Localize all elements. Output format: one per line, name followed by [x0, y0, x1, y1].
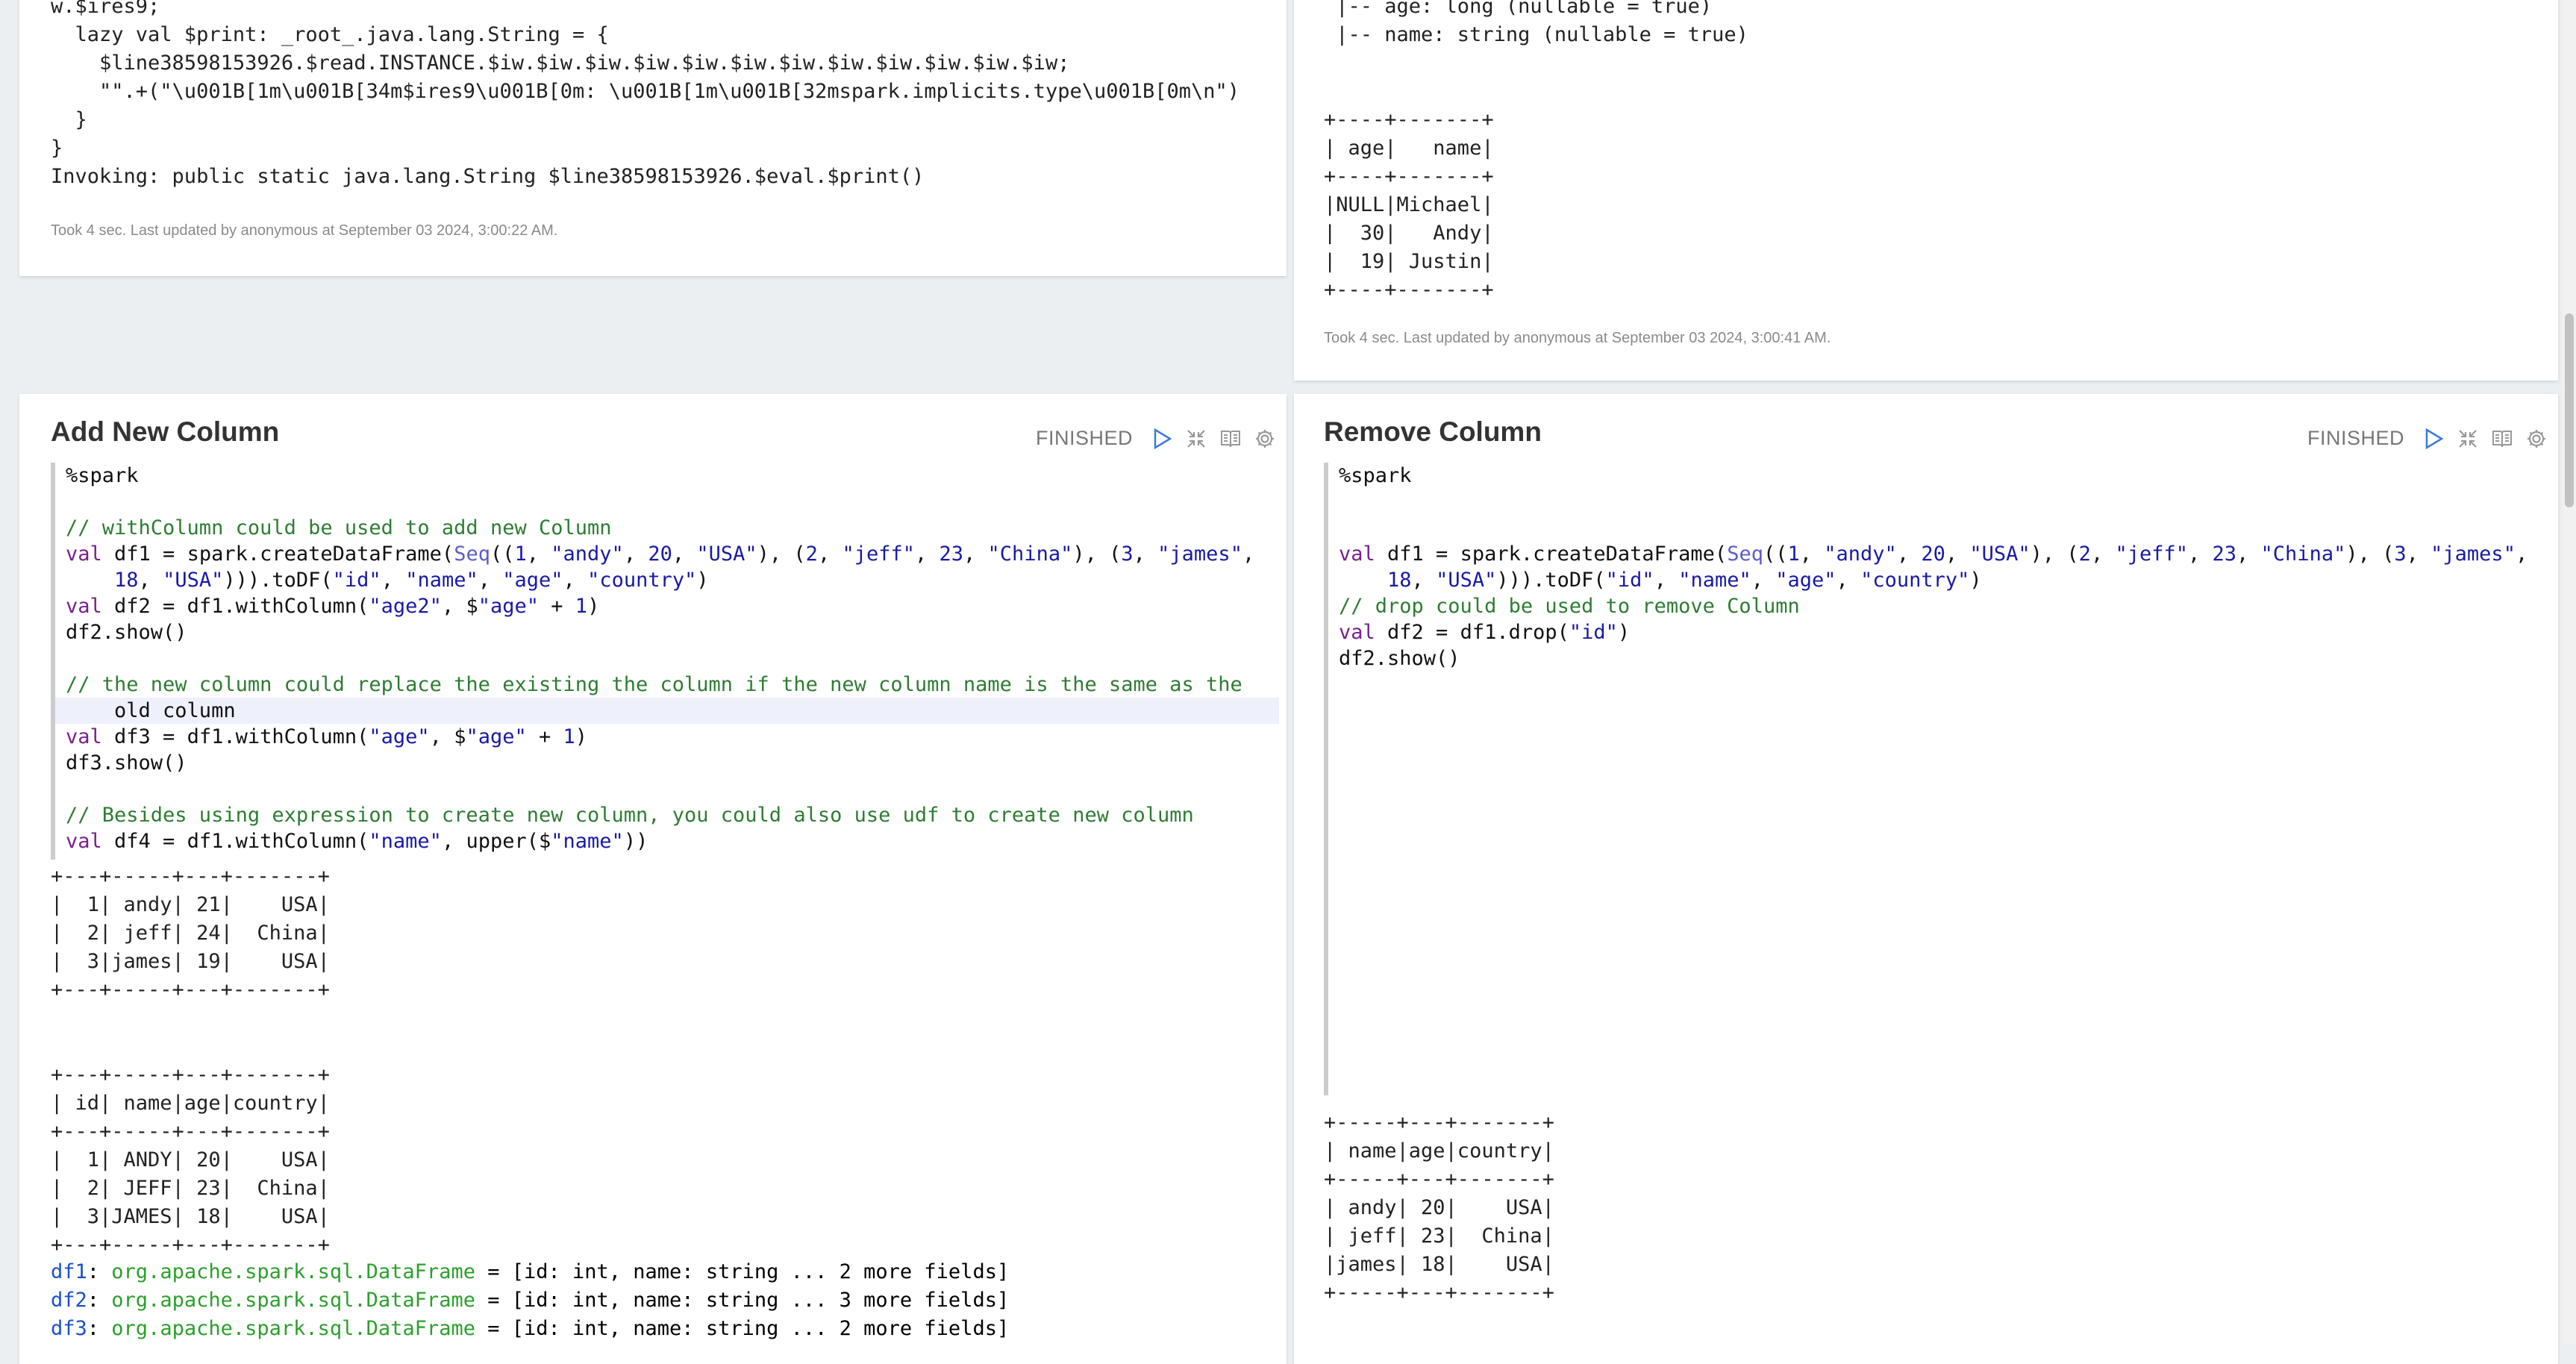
code-line[interactable]: val df4 = df1.withColumn("name", upper($…: [55, 828, 1279, 854]
paragraph-previous-right: |-- age: long (nullable = true) |-- name…: [1294, 0, 2558, 381]
gear-icon[interactable]: [1254, 428, 1276, 450]
code-line[interactable]: ​: [1328, 515, 2552, 541]
code-line[interactable]: ​: [55, 776, 1279, 802]
dataframe-summary: df1: org.apache.spark.sql.DataFrame = [i…: [51, 1258, 1009, 1343]
code-line[interactable]: %spark: [1328, 463, 2552, 489]
code-line[interactable]: val df1 = spark.createDataFrame(Seq((1, …: [55, 541, 1279, 567]
code-line[interactable]: // the new column could replace the exis…: [55, 672, 1279, 698]
code-line[interactable]: ​: [55, 489, 1279, 515]
code-line[interactable]: df2.show(): [55, 619, 1279, 645]
gear-icon[interactable]: [2525, 428, 2548, 450]
code-line[interactable]: // drop could be used to remove Column: [1328, 593, 2552, 619]
collapse-icon[interactable]: [1185, 428, 1207, 450]
collapse-icon[interactable]: [2457, 428, 2479, 450]
paragraph-output: |-- age: long (nullable = true) |-- name…: [1324, 0, 1748, 301]
paragraph-toolbar: FINISHED: [2307, 427, 2548, 450]
book-icon[interactable]: [1219, 428, 1242, 450]
status-label: FINISHED: [1035, 427, 1133, 449]
paragraph-title[interactable]: Remove Column: [1324, 416, 1542, 448]
code-line[interactable]: val df2 = df1.drop("id"): [1328, 619, 2552, 645]
paragraph-output: w.$ires9; lazy val $print: _root_.java.l…: [51, 0, 1240, 188]
code-line[interactable]: df3.show(): [55, 750, 1279, 776]
scrollbar-thumb[interactable]: [2565, 313, 2574, 507]
paragraph-meta: Took 4 sec. Last updated by anonymous at…: [51, 222, 558, 239]
code-line[interactable]: ​: [55, 645, 1279, 672]
code-line[interactable]: ​: [1328, 489, 2552, 515]
page-scrollbar[interactable]: [2563, 0, 2576, 1343]
code-line[interactable]: val df2 = df1.withColumn("age2", $"age" …: [55, 593, 1279, 619]
paragraph-add-new-column: Add New Column FINISHED %spark​// withCo…: [19, 394, 1287, 1364]
code-editor[interactable]: %spark​// withColumn could be used to ad…: [51, 463, 1279, 860]
code-line[interactable]: %spark: [55, 463, 1279, 489]
paragraph-meta: Took 4 sec. Last updated by anonymous at…: [1324, 330, 1831, 346]
paragraph-toolbar: FINISHED: [1036, 427, 1276, 450]
paragraph-output: +-----+---+-------+ | name|age|country| …: [1324, 1111, 1554, 1304]
code-line[interactable]: old column: [55, 698, 1279, 724]
code-line[interactable]: 18, "USA"))).toDF("id", "name", "age", "…: [1328, 567, 2552, 593]
run-icon[interactable]: [2422, 428, 2445, 450]
run-icon[interactable]: [1151, 428, 1173, 450]
paragraph-remove-column: Remove Column FINISHED %spark​​val df1 =…: [1294, 394, 2558, 1364]
code-line[interactable]: // withColumn could be used to add new C…: [55, 515, 1279, 541]
paragraph-previous-left: w.$ires9; lazy val $print: _root_.java.l…: [19, 0, 1287, 276]
code-line[interactable]: df2.show(): [1328, 645, 2552, 672]
code-editor[interactable]: %spark​​val df1 = spark.createDataFrame(…: [1324, 463, 2552, 1095]
code-line[interactable]: val df1 = spark.createDataFrame(Seq((1, …: [1328, 541, 2552, 567]
code-line[interactable]: val df3 = df1.withColumn("age", $"age" +…: [55, 724, 1279, 750]
dataframe-summary-line: df1: org.apache.spark.sql.DataFrame = [i…: [51, 1260, 1010, 1283]
dataframe-summary-line: df2: org.apache.spark.sql.DataFrame = [i…: [51, 1289, 1010, 1312]
dataframe-summary-line: df3: org.apache.spark.sql.DataFrame = [i…: [51, 1317, 1010, 1340]
code-line[interactable]: 18, "USA"))).toDF("id", "name", "age", "…: [55, 567, 1279, 593]
status-label: FINISHED: [2307, 427, 2404, 449]
book-icon[interactable]: [2491, 428, 2513, 450]
code-line[interactable]: // Besides using expression to create ne…: [55, 802, 1279, 828]
paragraph-title[interactable]: Add New Column: [51, 416, 279, 448]
paragraph-output: +---+-----+---+-------+ | 1| andy| 21| U…: [51, 865, 330, 1257]
